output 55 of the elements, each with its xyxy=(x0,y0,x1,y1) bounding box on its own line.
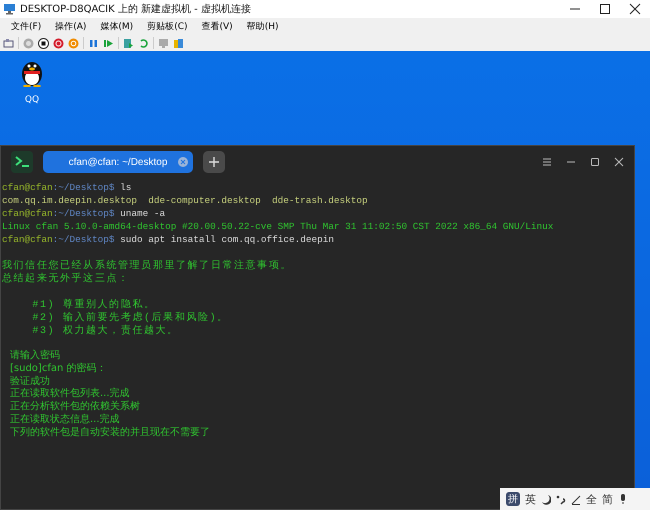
output-line: com.qq.im.deepin.desktop dde-computer.desktop dde-trash.desktop xyxy=(2,194,369,207)
maximize-icon[interactable] xyxy=(588,155,602,169)
menu-item[interactable]: 操作(A) xyxy=(48,20,94,33)
checkpoint-icon[interactable] xyxy=(123,38,134,48)
moon-icon[interactable] xyxy=(541,493,551,505)
share-icon[interactable] xyxy=(173,38,184,48)
message-line: 正在读取软件包列表...完成 xyxy=(10,388,130,400)
penguin-icon[interactable] xyxy=(19,59,45,87)
message-line: 我们信任您已经从系统管理员那里了解了日常注意事项。 xyxy=(2,261,292,272)
plus-icon xyxy=(209,157,219,167)
prompt-path: :~/Desktop$ xyxy=(52,208,115,219)
prompt-user: cfan@cfan xyxy=(2,208,53,219)
message-line: 总结起来无外乎这三点： xyxy=(2,274,130,285)
ime-button[interactable]: 拼 xyxy=(506,492,520,506)
command-text: uname -a xyxy=(120,208,166,219)
power-icon[interactable] xyxy=(53,38,64,48)
close-icon[interactable] xyxy=(612,155,626,169)
pen-icon[interactable] xyxy=(571,493,581,505)
message-line: 下列的软件包是自动安装的并且现在不需要了 xyxy=(10,426,210,438)
microphone-icon[interactable] xyxy=(618,493,628,505)
message-line: #1) 尊重别人的隐私。 xyxy=(31,300,156,311)
menu-item[interactable]: 帮助(H) xyxy=(240,20,286,33)
message-line: #2) 输入前要先考虑(后果和风险)。 xyxy=(31,313,229,324)
window-title: DESKTOP-D8QACIK 上的 新建虚拟机 - 虚拟机连接 xyxy=(20,2,251,16)
terminal-tab[interactable]: cfan@cfan: ~/Desktop xyxy=(43,151,193,173)
message-line: [sudo]cfan 的密码： xyxy=(10,362,106,374)
undo-icon[interactable] xyxy=(138,38,149,48)
ime-button[interactable]: 全 xyxy=(586,492,597,506)
message-line: 正在分析软件包的依赖关系树 xyxy=(10,401,140,412)
punctuation-icon[interactable] xyxy=(556,493,566,505)
desktop-icon-label: QQ xyxy=(24,95,40,105)
message-line: #3) 权力越大，责任越大。 xyxy=(31,326,179,337)
ime-button[interactable]: 简 xyxy=(602,492,613,506)
menu-item[interactable]: 媒体(M) xyxy=(93,20,140,33)
message-line: 正在读取状态信息...完成 xyxy=(10,414,120,425)
pause-icon[interactable] xyxy=(88,38,99,48)
new-tab-button[interactable] xyxy=(203,151,225,173)
message-line: 请输入密码 xyxy=(10,350,60,361)
monitor-icon xyxy=(3,3,16,15)
prompt-user: cfan@cfan xyxy=(2,234,53,245)
menu-item[interactable]: 查看(V) xyxy=(194,20,240,33)
keyboard-icon[interactable] xyxy=(3,38,14,48)
command-text: ls xyxy=(120,182,132,193)
ime-button[interactable]: 英 xyxy=(525,492,536,506)
message-line: 验证成功 xyxy=(10,376,50,387)
prompt-user: cfan@cfan xyxy=(2,182,53,193)
stop-icon[interactable] xyxy=(38,38,49,48)
prompt-path: :~/Desktop$ xyxy=(52,234,115,245)
output-line: Linux cfan 5.10.0-amd64-desktop #20.00.50.22-cve SMP Thu Mar 31 11:02:50 CST 2022 x86_64 GNU/Linux xyxy=(2,220,554,233)
play-icon[interactable] xyxy=(103,38,114,48)
menu-item[interactable]: 剪贴板(C) xyxy=(140,20,194,33)
terminal-icon xyxy=(11,151,33,173)
prompt-path: :~/Desktop$ xyxy=(52,182,115,193)
command-text: sudo apt insatall com.qq.office.deepin xyxy=(120,234,334,245)
menu-item[interactable]: 文件(F) xyxy=(4,20,48,33)
